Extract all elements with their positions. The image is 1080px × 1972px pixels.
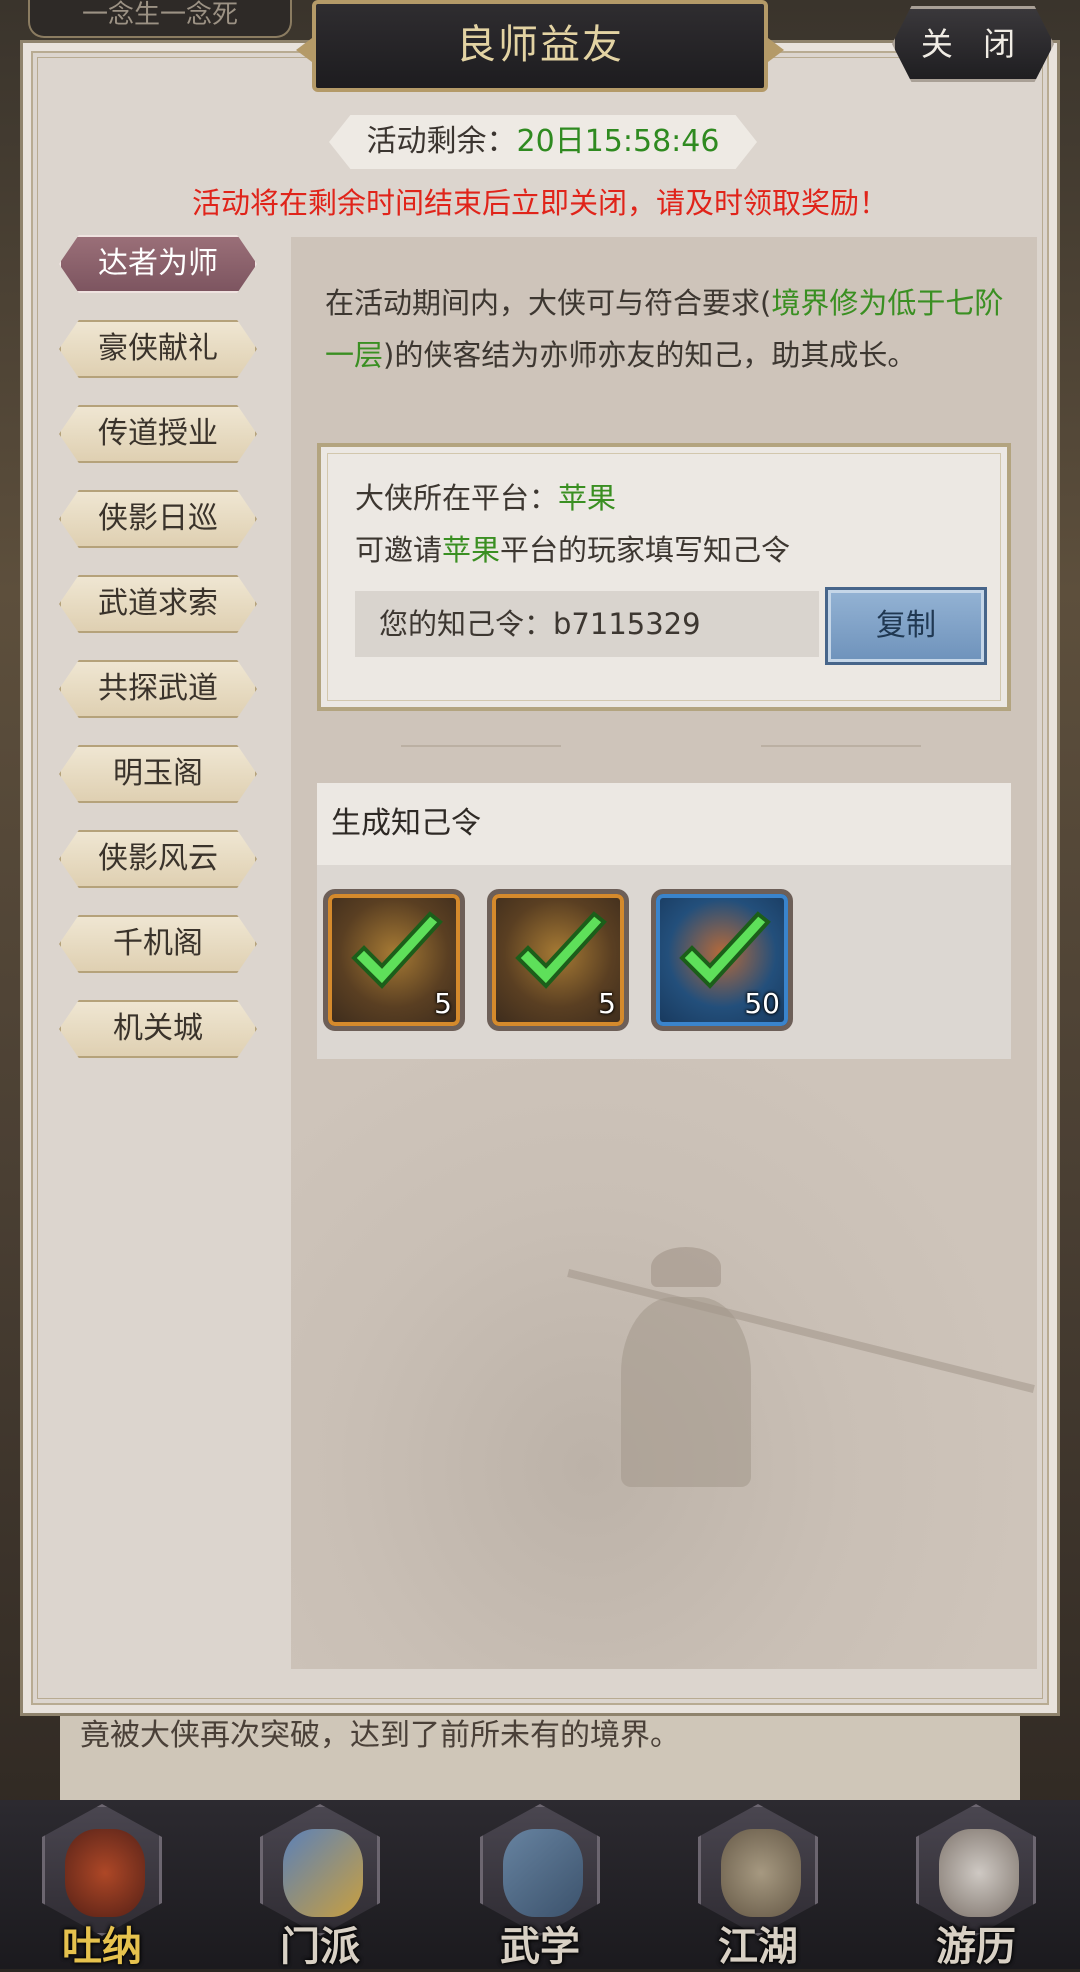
tab-label: 传道授业	[98, 416, 218, 451]
reward-count: 50	[744, 987, 780, 1020]
tab-label: 侠影风云	[98, 841, 218, 876]
code-label: 您的知己令：	[379, 607, 554, 641]
generate-code-section: 生成知己令 5 5 50	[317, 783, 1011, 1059]
background-title-strip: 一念生一念死	[28, 0, 292, 38]
checkmark-icon	[679, 911, 771, 989]
warning-text: 活动将在剩余时间结束后立即关闭，请及时领取奖励！	[191, 186, 888, 220]
close-button[interactable]: 关 闭	[892, 6, 1054, 82]
tab-teaching[interactable]: 传道授业	[59, 405, 257, 463]
nav-label: 江湖	[718, 1923, 798, 1970]
intro-text: )的侠客结为亦师亦友的知己，助其成长。	[383, 338, 917, 372]
nav-item-martial-arts[interactable]: 武学	[470, 1796, 610, 1970]
panel-title: 良师益友	[456, 22, 624, 68]
invite-info-box: 大侠所在平台：苹果 可邀请苹果平台的玩家填写知己令 您的知己令：b7115329…	[317, 443, 1011, 711]
tab-label: 共探武道	[98, 671, 218, 706]
invite-text: 平台的玩家填写知己令	[500, 533, 791, 567]
activity-description: 在活动期间内，大侠可与符合要求(境界修为低于七阶一层)的侠客结为亦师亦友的知己，…	[325, 277, 1005, 381]
nav-item-sect[interactable]: 门派	[250, 1796, 390, 1970]
tab-qianji-pavilion[interactable]: 千机阁	[59, 915, 257, 973]
timer-label: 活动剩余：	[366, 124, 517, 159]
copy-label: 复制	[876, 608, 936, 643]
platform-label: 大侠所在平台：	[355, 481, 559, 515]
invite-text: 可邀请	[355, 533, 443, 567]
bottom-navigation: 吐纳 门派 武学 江湖 游历	[0, 1800, 1080, 1970]
code-value: b7115329	[553, 607, 701, 641]
reward-item[interactable]: 5	[323, 889, 465, 1031]
nav-item-travel[interactable]: 游历	[906, 1796, 1046, 1970]
nav-label: 门派	[280, 1923, 360, 1970]
copy-button[interactable]: 复制	[825, 587, 987, 665]
panel-title-plate: 良师益友	[296, 0, 784, 92]
nav-label: 武学	[500, 1923, 580, 1970]
tab-label: 机关城	[113, 1011, 203, 1046]
meditation-icon	[65, 1829, 145, 1917]
platform-line: 大侠所在平台：苹果	[355, 475, 616, 517]
close-label: 关 闭	[920, 25, 1026, 63]
nav-item-jianghu[interactable]: 江湖	[688, 1796, 828, 1970]
checkmark-icon	[515, 911, 607, 989]
generate-header: 生成知己令	[317, 783, 1011, 865]
tab-label: 豪侠献礼	[98, 331, 218, 366]
nav-label: 吐纳	[62, 1923, 142, 1970]
timer-banner: 活动剩余：20日15:58:46	[329, 115, 757, 169]
intro-text: 在活动期间内，大侠可与符合要求(	[325, 286, 772, 320]
tab-mingyu-pavilion[interactable]: 明玉阁	[59, 745, 257, 803]
reward-count: 5	[598, 987, 616, 1020]
timer-value: 20日15:58:46	[516, 124, 720, 159]
invite-platform: 苹果	[442, 533, 501, 567]
story-line: 竟被大侠再次突破，达到了前所未有的境界。	[80, 1718, 680, 1753]
checkmark-icon	[351, 911, 443, 989]
invite-code-field[interactable]: 您的知己令：b7115329	[355, 591, 819, 657]
tab-label: 武道求索	[98, 586, 218, 621]
tab-explore[interactable]: 共探武道	[59, 660, 257, 718]
invite-line: 可邀请苹果平台的玩家填写知己令	[355, 527, 790, 569]
sect-icon	[283, 1829, 363, 1917]
background-story-text: 竟被大侠再次突破，达到了前所未有的境界。	[60, 1700, 1020, 1810]
tab-quest[interactable]: 武道求索	[59, 575, 257, 633]
tab-hero-storm[interactable]: 侠影风云	[59, 830, 257, 888]
swordsman-illustration	[621, 1297, 751, 1487]
tab-mechanism-city[interactable]: 机关城	[59, 1000, 257, 1058]
reward-count: 5	[434, 987, 452, 1020]
martial-book-icon	[503, 1829, 583, 1917]
tab-mentor[interactable]: 达者为师	[59, 235, 257, 293]
reward-item[interactable]: 5	[487, 889, 629, 1031]
hat-icon	[721, 1829, 801, 1917]
tab-label: 千机阁	[113, 926, 203, 961]
reward-item[interactable]: 50	[651, 889, 793, 1031]
horse-icon	[939, 1829, 1019, 1917]
platform-value: 苹果	[558, 481, 617, 515]
nav-label: 游历	[936, 1923, 1016, 1970]
event-panel: 活动剩余：20日15:58:46 达者为师 豪侠献礼 传道授业 侠影日巡 武道求…	[20, 40, 1060, 1716]
tab-gift[interactable]: 豪侠献礼	[59, 320, 257, 378]
tab-daily-patrol[interactable]: 侠影日巡	[59, 490, 257, 548]
tab-label: 侠影日巡	[98, 501, 218, 536]
tab-label: 明玉阁	[113, 756, 203, 791]
nav-item-meditate[interactable]: 吐纳	[32, 1796, 172, 1970]
ornament-divider	[401, 745, 921, 749]
activity-content: 在活动期间内，大侠可与符合要求(境界修为低于七阶一层)的侠客结为亦师亦友的知己，…	[291, 237, 1037, 1669]
bamboo-hat-illustration	[651, 1247, 721, 1287]
tab-label: 达者为师	[98, 246, 218, 281]
